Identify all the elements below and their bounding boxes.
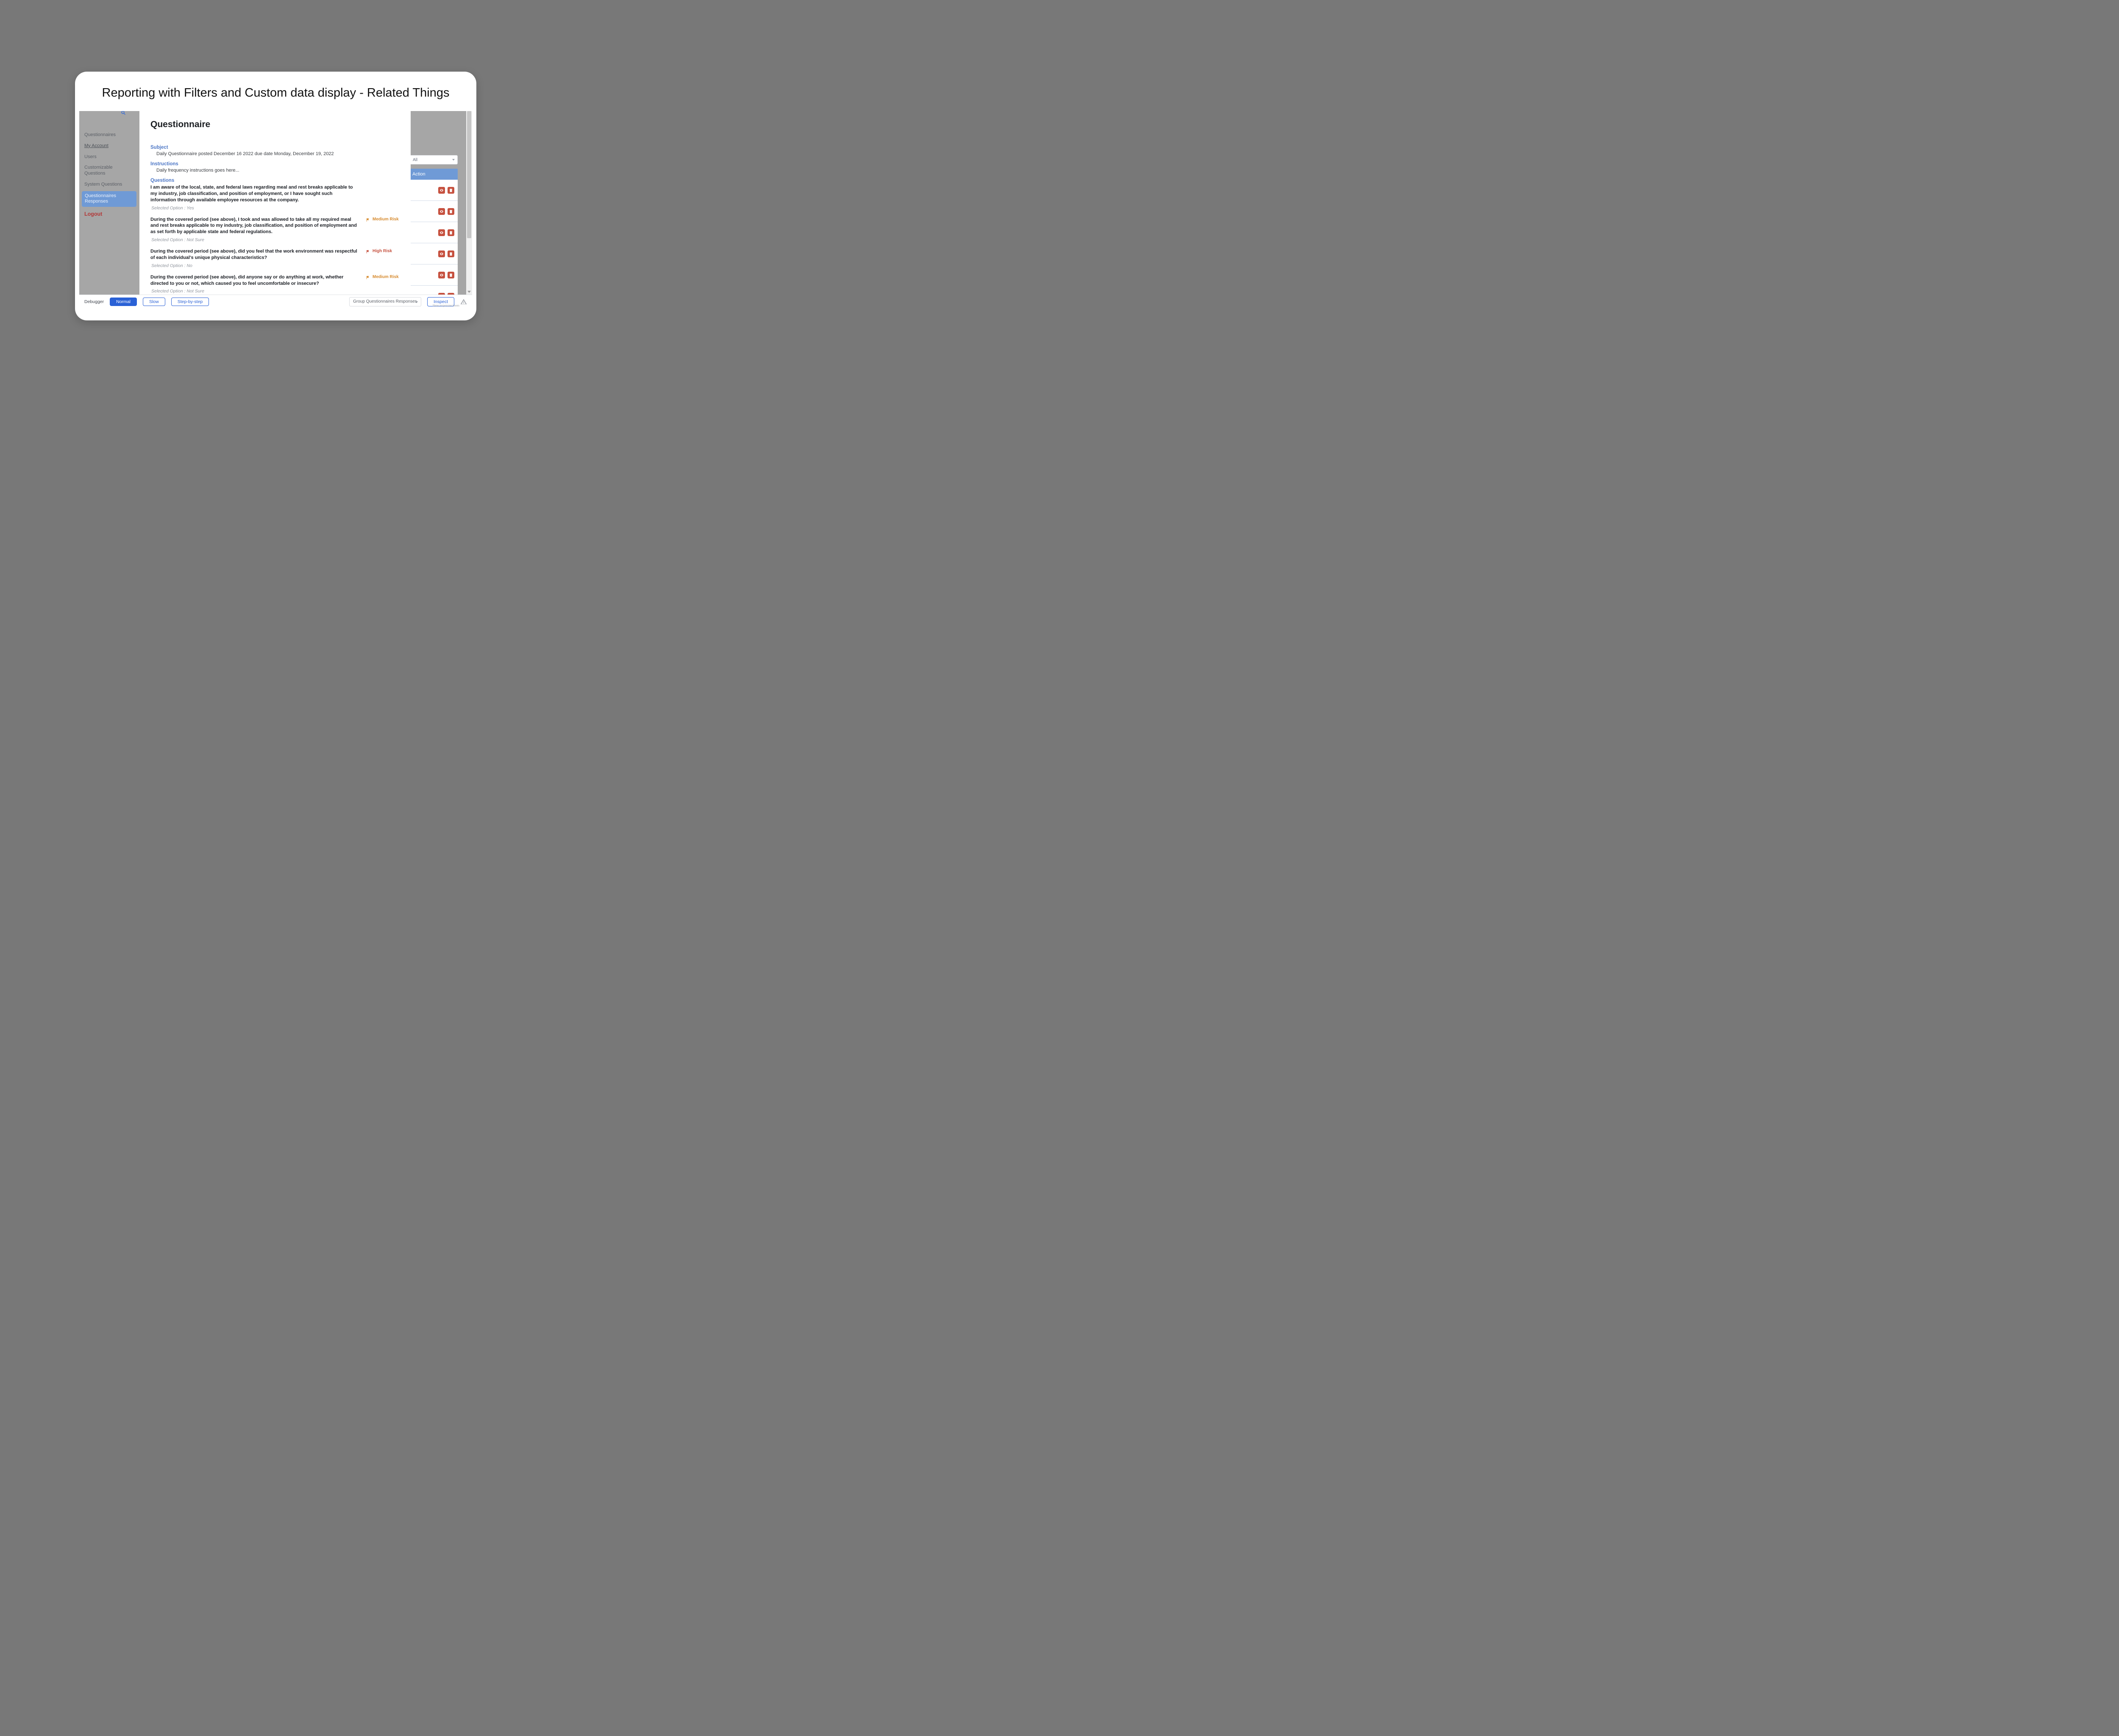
flag-icon [366,218,370,222]
app-shell: Questionnaires My Account Users Customiz… [79,111,472,308]
scroll-thumb[interactable] [467,111,471,238]
view-button[interactable] [438,272,445,278]
instructions-text: Daily frequency instructions goes here..… [150,168,400,173]
debugger-label: Debugger [84,299,104,304]
questionnaire-modal: Questionnaire Subject Daily Questionnair… [139,111,411,308]
debugger-subtext: Show responsive boxes [433,305,459,307]
app-viewport: Questionnaires My Account Users Customiz… [79,111,472,308]
table-row [409,201,458,222]
right-column: All Action [409,155,458,307]
selected-option: Selected Option : No [151,263,358,268]
view-button[interactable] [438,250,445,257]
page-title: Reporting with Filters and Custom data d… [75,72,476,108]
sidebar-item-questionnaires[interactable]: Questionnaires [79,130,139,141]
question-block: During the covered period (see above), d… [150,248,400,273]
question-text: During the covered period (see above), I… [150,217,358,236]
debugger-step-button[interactable]: Step-by-step [171,298,209,306]
warning-icon[interactable] [460,298,467,305]
table-row [409,243,458,264]
sidebar-item-users[interactable]: Users [79,152,139,163]
selected-option: Selected Option : Not Sure [151,237,358,242]
question-block: I am aware of the local, state, and fede… [150,184,400,215]
risk-label: Medium Risk [373,217,399,222]
question-text: During the covered period (see above), d… [150,248,358,261]
sidebar-item-customizable-questions[interactable]: Customizable Questions [79,162,139,179]
sidebar-item-questionnaires-responses[interactable]: Questionnaires Responses [82,191,136,207]
sidebar-nav: Questionnaires My Account Users Customiz… [79,130,139,220]
delete-button[interactable] [448,229,454,236]
questions-label: Questions [150,178,400,183]
debugger-bar: Debugger Normal Slow Step-by-step Group … [79,295,472,308]
filter-dropdown[interactable]: All [409,155,458,164]
delete-button[interactable] [448,272,454,278]
delete-button[interactable] [448,187,454,194]
view-button[interactable] [438,229,445,236]
risk-label: Medium Risk [373,275,399,280]
table-row [409,222,458,243]
action-column-header: Action [409,169,458,180]
selected-option: Selected Option : Yes [151,206,358,211]
sidebar-item-system-questions[interactable]: System Questions [79,179,139,190]
view-button[interactable] [438,208,445,215]
table-row [409,264,458,286]
sidebar: Questionnaires My Account Users Customiz… [79,111,139,308]
filter-selected-label: All [413,158,417,162]
debugger-dropdown[interactable]: Group Questionnaires Responses [349,297,421,306]
flag-icon [366,250,370,254]
delete-button[interactable] [448,208,454,215]
debugger-dropdown-label: Group Questionnaires Responses [353,299,417,304]
search-icon[interactable] [121,111,126,117]
selected-option: Selected Option : Not Sure [151,289,358,294]
view-button[interactable] [438,187,445,194]
delete-button[interactable] [448,250,454,257]
debugger-slow-button[interactable]: Slow [143,298,165,306]
modal-title: Questionnaire [150,120,400,130]
table-row [409,180,458,201]
sidebar-logout[interactable]: Logout [79,208,139,220]
subject-text: Daily Questionnaire posted December 16 2… [150,151,400,156]
risk-label: High Risk [373,249,392,254]
scroll-down-icon[interactable] [467,291,471,293]
instructions-label: Instructions [150,161,400,167]
question-text: During the covered period (see above), d… [150,274,358,287]
card: Reporting with Filters and Custom data d… [75,72,476,320]
subject-label: Subject [150,145,400,150]
debugger-normal-button[interactable]: Normal [110,298,137,306]
sidebar-item-my-account[interactable]: My Account [79,141,139,152]
scrollbar[interactable] [466,111,472,295]
flag-icon [366,275,370,280]
question-block: During the covered period (see above), I… [150,217,400,247]
question-text: I am aware of the local, state, and fede… [150,184,358,203]
